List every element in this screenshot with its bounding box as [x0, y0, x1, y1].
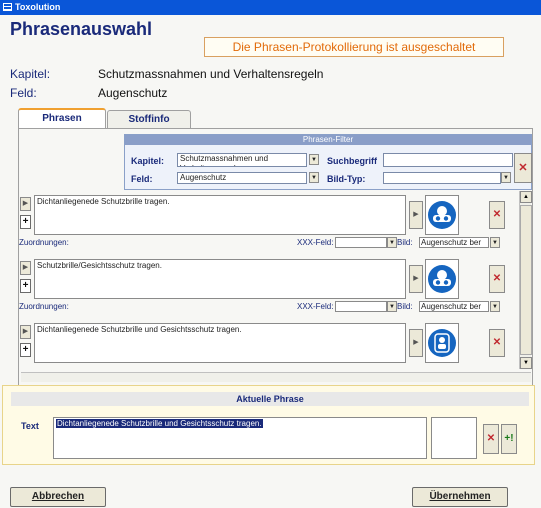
bild-label: Bild:: [397, 302, 413, 311]
xxx-feld-label: XXX-Feld:: [297, 302, 334, 311]
scroll-down-icon[interactable]: ▼: [520, 357, 532, 369]
remove-phrase-button[interactable]: ✕: [483, 424, 499, 454]
phrase-text[interactable]: Dichtanliegenede Schutzbrille tragen.: [34, 195, 406, 235]
xxx-feld-select[interactable]: [335, 237, 387, 248]
app-icon: [3, 3, 12, 11]
tab-phrasen[interactable]: Phrasen: [18, 108, 106, 128]
chevron-down-icon[interactable]: ▼: [387, 237, 397, 248]
xxx-feld-select[interactable]: [335, 301, 387, 312]
filter-feld-select[interactable]: Augenschutz: [177, 172, 307, 184]
filter-bildtyp-label: Bild-Typ:: [327, 174, 366, 184]
phrases-scrollbar[interactable]: ▲ ▼: [519, 191, 532, 369]
text-label: Text: [21, 421, 39, 431]
goggles-pictogram-icon: [425, 195, 459, 235]
filter-kapitel-label: Kapitel:: [131, 156, 165, 166]
xxx-feld-label: XXX-Feld:: [297, 238, 334, 247]
tab-stoffinfo[interactable]: Stoffinfo: [107, 110, 191, 128]
feld-label: Feld:: [10, 86, 37, 100]
clear-filter-button[interactable]: ✕: [514, 153, 532, 183]
chevron-down-icon[interactable]: ▼: [490, 237, 500, 248]
aktuelle-phrase-header: Aktuelle Phrase: [11, 392, 529, 406]
zuordnungen-label: Zuordnungen:: [19, 238, 69, 247]
scroll-thumb[interactable]: [520, 205, 532, 355]
goggles-pictogram-icon: [425, 259, 459, 299]
zuordnungen-row: Zuordnungen: XXX-Feld: ▼ Bild: Augenschu…: [19, 237, 519, 249]
scroll-up-icon[interactable]: ▲: [520, 191, 532, 203]
logging-status-banner: Die Phrasen-Protokollierung ist ausgesch…: [204, 37, 504, 57]
bild-select[interactable]: Augenschutz ber: [419, 237, 489, 248]
add-new-phrase-button[interactable]: +!: [501, 424, 517, 454]
feld-value: Augenschutz: [98, 86, 168, 100]
aktuelle-phrase-textarea[interactable]: Dichtanliegenede Schutzbrille und Gesich…: [53, 417, 427, 459]
select-phrase-button[interactable]: ▶: [20, 325, 31, 339]
filter-feld-label: Feld:: [131, 174, 153, 184]
use-image-button[interactable]: ▶: [409, 201, 423, 229]
chevron-down-icon[interactable]: ▼: [309, 154, 319, 165]
bild-label: Bild:: [397, 238, 413, 247]
page-title: Phrasenauswahl: [10, 19, 153, 39]
apply-button[interactable]: Übernehmen: [412, 487, 508, 507]
chevron-down-icon[interactable]: ▼: [309, 172, 319, 183]
delete-phrase-button[interactable]: ✕: [489, 201, 505, 229]
aktuelle-phrase-image: [431, 417, 477, 459]
horizontal-scrollbar[interactable]: [21, 372, 531, 382]
select-phrase-button[interactable]: ▶: [20, 197, 31, 211]
delete-phrase-button[interactable]: ✕: [489, 329, 505, 357]
delete-phrase-button[interactable]: ✕: [489, 265, 505, 293]
select-phrase-button[interactable]: ▶: [20, 261, 31, 275]
bild-select[interactable]: Augenschutz ber: [419, 301, 489, 312]
aktuelle-phrase-section: Aktuelle Phrase Text Dichtanliegenede Sc…: [2, 385, 535, 465]
title-bar: Toxolution: [0, 0, 541, 15]
kapitel-value: Schutzmassnahmen und Verhaltensregeln: [98, 67, 324, 81]
add-phrase-button[interactable]: +: [20, 215, 31, 229]
chevron-down-icon[interactable]: ▼: [387, 301, 397, 312]
filter-bildtyp-select[interactable]: [383, 172, 501, 184]
face-shield-pictogram-icon: [425, 323, 459, 363]
cancel-button[interactable]: Abbrechen: [10, 487, 106, 507]
add-phrase-button[interactable]: +: [20, 343, 31, 357]
zuordnungen-row: Zuordnungen: XXX-Feld: ▼ Bild: Augenschu…: [19, 301, 519, 313]
zuordnungen-label: Zuordnungen:: [19, 302, 69, 311]
use-image-button[interactable]: ▶: [409, 329, 423, 357]
phrase-text[interactable]: Dichtanliegenede Schutzbrille und Gesich…: [34, 323, 406, 363]
chevron-down-icon[interactable]: ▼: [490, 301, 500, 312]
selected-text: Dichtanliegenede Schutzbrille und Gesich…: [56, 419, 263, 428]
filter-suchbegriff-input[interactable]: [383, 153, 513, 167]
phrasen-panel: Phrasen-Filter Kapitel: Schutzmassnahmen…: [18, 128, 533, 386]
kapitel-label: Kapitel:: [10, 67, 51, 81]
filter-header: Phrasen-Filter: [125, 135, 531, 145]
filter-suchbegriff-label: Suchbegriff: [327, 156, 378, 166]
use-image-button[interactable]: ▶: [409, 265, 423, 293]
add-phrase-button[interactable]: +: [20, 279, 31, 293]
chevron-down-icon[interactable]: ▼: [501, 172, 511, 183]
filter-kapitel-select[interactable]: Schutzmassnahmen und Verhaltensregeln: [177, 153, 307, 167]
phrase-text[interactable]: Schutzbrille/Gesichtsschutz tragen.: [34, 259, 406, 299]
application-window: Toxolution Phrasenauswahl Die Phrasen-Pr…: [0, 0, 541, 508]
phrasen-filter: Phrasen-Filter Kapitel: Schutzmassnahmen…: [124, 134, 532, 190]
window-title: Toxolution: [15, 2, 61, 12]
